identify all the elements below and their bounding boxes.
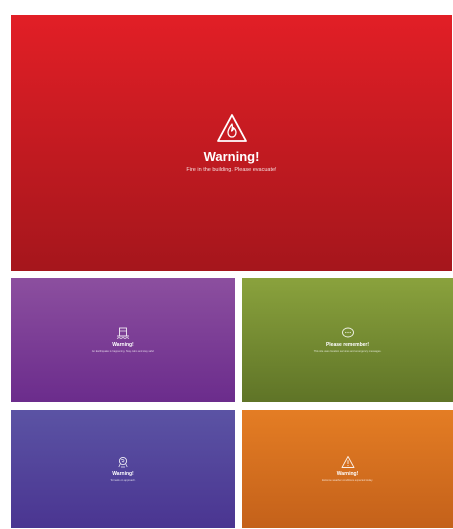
card-message: An Earthquake is happening. Stay calm an… [91, 350, 155, 354]
card-message: Tornado on approach. [110, 479, 136, 483]
earthquake-warning-card: Warning! An Earthquake is happening. Sta… [11, 278, 235, 402]
fire-warning-card: Warning! Fire in the building. Please ev… [11, 15, 452, 271]
fire-warning-icon [216, 113, 248, 143]
card-message: This site uses location services and eme… [313, 350, 382, 354]
warning-title: Warning! [203, 148, 260, 164]
card-title: Warning! [112, 471, 134, 478]
card-title: Warning! [336, 471, 359, 478]
card-message: Extreme weather conditions expected toda… [322, 479, 373, 483]
card-title: Warning! [112, 342, 134, 349]
tornado-icon [116, 455, 130, 469]
warning-triangle-icon [341, 455, 355, 469]
tornado-warning-card: Warning! Tornado on approach. [11, 410, 235, 528]
weather-warning-card: Warning! Extreme weather conditions expe… [242, 410, 453, 528]
earthquake-building-icon [116, 326, 130, 340]
speech-bubble-icon [341, 326, 355, 340]
card-title: Please remember! [325, 342, 370, 349]
reminder-card: Please remember! This site uses location… [242, 278, 453, 402]
warning-message: Fire in the building. Please evacuate! [186, 166, 277, 173]
